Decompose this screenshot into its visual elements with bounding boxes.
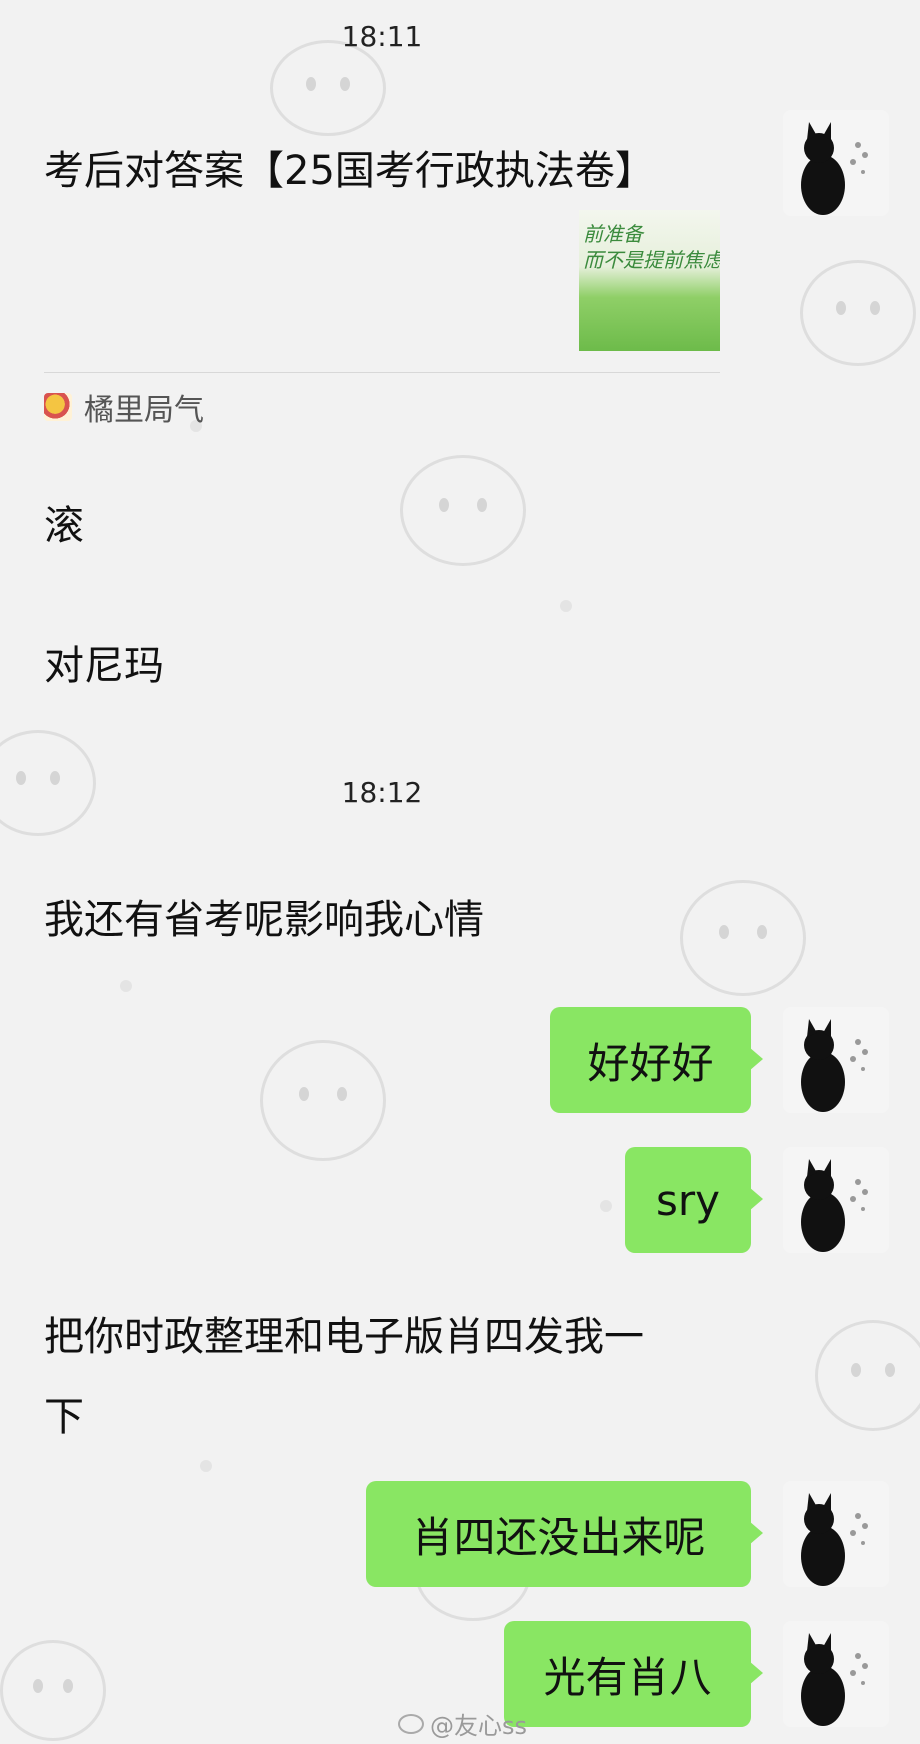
source-name: 橘里局气 <box>84 393 204 428</box>
watermark-text: @友心ss <box>430 1712 528 1740</box>
message-text[interactable]: 我还有省考呢影响我心情 <box>44 891 484 949</box>
quote-source[interactable]: 橘里局气 <box>44 385 204 429</box>
black-cat-icon <box>783 110 889 216</box>
message-line: 把你时政整理和电子版肖四发我一 <box>44 1314 644 1360</box>
my-message-bubble[interactable]: 肖四还没出来呢 <box>366 1481 763 1587</box>
wallpaper-dot <box>560 600 572 612</box>
black-cat-icon <box>783 1481 889 1587</box>
wallpaper-doodle <box>680 880 806 996</box>
avatar[interactable] <box>783 110 889 216</box>
my-message-bubble[interactable]: 好好好 <box>550 1007 763 1113</box>
quote-divider <box>44 372 720 373</box>
avatar[interactable] <box>783 1007 889 1113</box>
message-line: 下 <box>44 1394 84 1440</box>
avatar[interactable] <box>783 1481 889 1587</box>
black-cat-icon <box>783 1007 889 1113</box>
wallpaper-doodle <box>800 260 916 366</box>
my-message-bubble[interactable]: 光有肖八 <box>504 1621 763 1727</box>
wallpaper-dot <box>200 1460 212 1472</box>
black-cat-icon <box>783 1147 889 1253</box>
my-message-bubble[interactable]: sry <box>625 1147 763 1253</box>
weibo-icon <box>398 1713 424 1734</box>
avatar[interactable] <box>783 1621 889 1727</box>
wallpaper-doodle <box>270 40 386 136</box>
message-text[interactable]: 对尼玛 <box>44 637 164 695</box>
thumbnail-text: 前准备 <box>583 222 643 246</box>
source-logo-icon <box>44 393 72 421</box>
message-text[interactable]: 把你时政整理和电子版肖四发我一 下 <box>44 1308 644 1446</box>
wallpaper-dot <box>120 980 132 992</box>
wallpaper-doodle <box>0 1640 106 1741</box>
black-cat-icon <box>783 1621 889 1727</box>
thumbnail-text: 而不是提前焦虑 <box>583 248 720 272</box>
wallpaper-doodle <box>400 455 526 566</box>
quote-title: 考后对答案【25国考行政执法卷】 <box>44 148 655 194</box>
message-text[interactable]: 滚 <box>44 497 84 555</box>
timestamp: 18:11 <box>341 20 423 53</box>
wallpaper-doodle <box>815 1320 920 1431</box>
avatar[interactable] <box>783 1147 889 1253</box>
wallpaper-doodle <box>260 1040 386 1161</box>
timestamp: 18:12 <box>341 776 423 809</box>
wallpaper-dot <box>600 1200 612 1212</box>
quote-thumbnail[interactable]: 前准备 而不是提前焦虑 <box>579 210 720 351</box>
watermark: @友心ss <box>398 1706 527 1741</box>
